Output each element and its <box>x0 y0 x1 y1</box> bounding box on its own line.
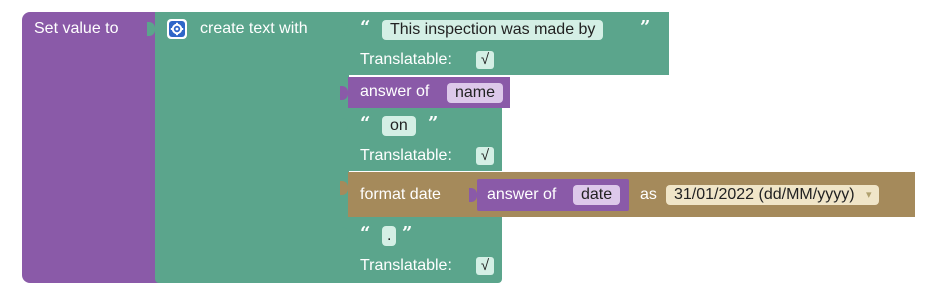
text-field-3[interactable]: . <box>382 226 397 246</box>
create-text-label: create text with <box>200 20 308 37</box>
chevron-down-icon: ▾ <box>866 189 872 201</box>
translatable-label: Translatable: <box>360 257 452 274</box>
answer-field-date[interactable]: date <box>573 185 621 205</box>
create-text-block[interactable] <box>155 12 349 283</box>
set-value-block[interactable] <box>22 12 162 283</box>
set-value-label: Set value to <box>34 20 119 37</box>
date-format-value: 31/01/2022 (dd/MM/yyyy) <box>674 186 855 203</box>
open-quote-icon: “ <box>360 223 371 244</box>
translatable-checkbox[interactable]: √ <box>476 257 494 275</box>
translatable-checkbox[interactable]: √ <box>476 147 494 165</box>
translatable-label: Translatable: <box>360 51 452 68</box>
answer-field-name[interactable]: name <box>447 83 504 103</box>
answer-of-label: answer of <box>360 83 430 100</box>
gear-icon[interactable] <box>167 19 187 39</box>
open-quote-icon: “ <box>360 17 371 38</box>
as-label: as <box>640 186 657 203</box>
answer-of-label: answer of <box>487 186 557 203</box>
translatable-checkbox[interactable]: √ <box>476 51 494 69</box>
format-date-label: format date <box>360 186 441 203</box>
close-quote-icon: ” <box>402 223 413 244</box>
translatable-label: Translatable: <box>360 147 452 164</box>
open-quote-icon: “ <box>360 113 371 134</box>
close-quote-icon: ” <box>640 17 651 38</box>
text-field-1[interactable]: This inspection was made by <box>382 20 604 40</box>
close-quote-icon: ” <box>428 113 439 134</box>
date-format-dropdown[interactable]: 31/01/2022 (dd/MM/yyyy) ▾ <box>666 185 879 205</box>
text-field-2[interactable]: on <box>382 116 416 136</box>
